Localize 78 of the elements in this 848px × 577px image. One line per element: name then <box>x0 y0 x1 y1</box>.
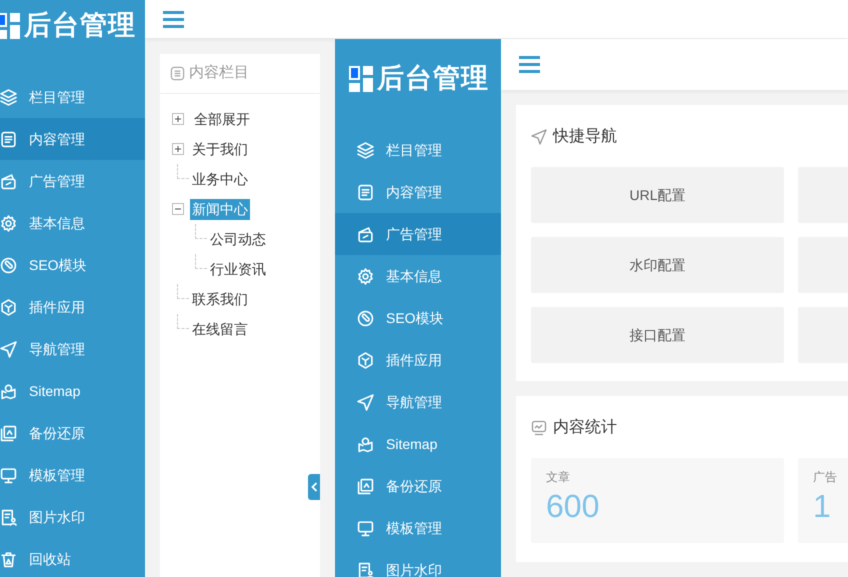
chevron-left-icon <box>310 482 318 492</box>
sidebar-item[interactable]: Sitemap <box>335 423 501 465</box>
paper-plane-icon <box>357 394 374 410</box>
document-icon <box>0 130 17 148</box>
layers-icon <box>0 88 17 106</box>
tree-item[interactable]: 业务中心 <box>190 168 250 190</box>
layers-icon <box>357 142 374 158</box>
backup-icon <box>0 424 17 442</box>
map-pin-icon <box>0 382 17 400</box>
sidebar-item[interactable]: 内容管理 <box>0 118 145 160</box>
sidebar-item[interactable]: 图片水印 <box>0 496 145 538</box>
tree-item[interactable]: 联系我们 <box>190 288 250 310</box>
sidebar-item[interactable]: 备份还原 <box>0 412 145 454</box>
shortcut-tile[interactable]: URL配置 <box>531 167 784 223</box>
sidebar-item[interactable]: 备份还原 <box>335 465 501 507</box>
sidebar-item[interactable]: SEO模块 <box>335 297 501 339</box>
backup-icon <box>357 478 374 494</box>
expand-all-link[interactable]: 全部展开 <box>192 108 252 130</box>
sidebar-item[interactable]: 模板管理 <box>0 454 145 496</box>
sidebar-item[interactable]: SEO模块 <box>0 244 145 286</box>
stat-value: 1 <box>813 487 832 526</box>
collapse-icon[interactable] <box>172 203 184 215</box>
logo-mark-icon <box>0 12 20 38</box>
panel-title: 内容栏目 <box>189 63 249 84</box>
tree-item[interactable]: 关于我们 <box>190 138 250 160</box>
document-icon <box>357 184 374 200</box>
shortcut-tile[interactable]: 水印配置 <box>531 237 784 293</box>
wallet-icon <box>357 226 374 242</box>
chart-icon <box>531 420 547 436</box>
menu-toggle-icon[interactable] <box>519 56 540 73</box>
sidebar-item[interactable]: 回收站 <box>0 538 145 577</box>
paper-plane-icon <box>531 129 547 145</box>
list-icon <box>170 66 185 81</box>
wallet-icon <box>0 172 17 190</box>
tree-item[interactable]: 行业资讯 <box>208 258 268 280</box>
tree-item[interactable]: 在线留言 <box>190 318 250 340</box>
sidebar-item[interactable]: 插件应用 <box>0 286 145 328</box>
map-pin-icon <box>357 436 374 452</box>
expand-icon[interactable] <box>172 113 184 125</box>
logo-mark-icon <box>349 66 373 92</box>
sidebar-item[interactable]: 内容管理 <box>335 171 501 213</box>
sidebar-item[interactable]: 插件应用 <box>335 339 501 381</box>
settings-icon <box>0 214 17 232</box>
paper-plane-icon <box>0 340 17 358</box>
sidebar-item[interactable]: 导航管理 <box>0 328 145 370</box>
monitor-icon <box>0 466 17 484</box>
sidebar-item[interactable]: 模板管理 <box>335 507 501 549</box>
sidebar-item[interactable]: 栏目管理 <box>0 76 145 118</box>
cube-icon <box>357 352 374 368</box>
sidebar-item[interactable]: 栏目管理 <box>335 129 501 171</box>
menu-toggle-icon[interactable] <box>163 10 184 28</box>
expand-icon[interactable] <box>172 143 184 155</box>
sidebar-item[interactable]: Sitemap <box>0 370 145 412</box>
settings-icon <box>357 268 374 284</box>
stat-label: 文章 <box>546 469 571 486</box>
stat-label: 广告 <box>813 469 838 486</box>
link-circle-icon <box>357 310 374 326</box>
sidebar-item[interactable]: 基本信息 <box>335 255 501 297</box>
shortcut-tile[interactable]: 接口配置 <box>531 307 784 363</box>
monitor-icon <box>357 520 374 536</box>
card-title: 内容统计 <box>553 418 617 438</box>
image-file-icon <box>357 562 374 577</box>
logo-text: 后台管理 <box>377 65 489 92</box>
sidebar-item[interactable]: 广告管理 <box>335 213 501 255</box>
image-file-icon <box>0 508 17 526</box>
cube-icon <box>0 298 17 316</box>
card-title: 快捷导航 <box>553 126 617 147</box>
sidebar-item[interactable]: 基本信息 <box>0 202 145 244</box>
sidebar-item[interactable]: 图片水印 <box>335 549 501 577</box>
trash-icon <box>0 550 17 568</box>
sidebar-item[interactable]: 广告管理 <box>0 160 145 202</box>
tree-item[interactable]: 公司动态 <box>208 228 268 250</box>
collapse-panel-button[interactable] <box>308 474 320 500</box>
tree-item[interactable]: 新闻中心 <box>190 198 250 220</box>
link-circle-icon <box>0 256 17 274</box>
sidebar-item[interactable]: 导航管理 <box>335 381 501 423</box>
logo-text: 后台管理 <box>24 12 136 39</box>
stat-value: 600 <box>546 487 600 526</box>
